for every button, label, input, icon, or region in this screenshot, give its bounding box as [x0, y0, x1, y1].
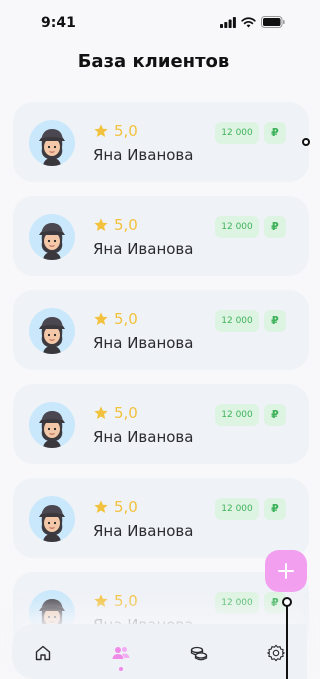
- add-client-button[interactable]: [265, 550, 307, 592]
- client-name: Яна Иванова: [93, 522, 194, 540]
- star-icon: [94, 218, 108, 231]
- rating-value: 5,0: [114, 216, 138, 234]
- avatar-portrait: [39, 223, 65, 260]
- client-card[interactable]: 5,0 Яна Иванова 12 000 ₽: [13, 102, 309, 182]
- nav-home[interactable]: [32, 642, 54, 664]
- bottom-nav: [12, 624, 307, 679]
- nav-finance[interactable]: [188, 642, 210, 664]
- client-card[interactable]: 5,0 Яна Иванова 12 000 ₽: [13, 290, 309, 370]
- avatar: [29, 120, 75, 166]
- rating: 5,0: [93, 404, 138, 422]
- gear-icon: [267, 644, 285, 662]
- client-name: Яна Иванова: [93, 428, 194, 446]
- client-name: Яна Иванова: [93, 334, 194, 352]
- avatar-portrait: [39, 505, 65, 542]
- currency-badge: ₽: [264, 310, 286, 332]
- avatar: [29, 214, 75, 260]
- rating-value: 5,0: [114, 310, 138, 328]
- plus-icon: [278, 563, 294, 579]
- avatar: [29, 402, 75, 448]
- rating: 5,0: [93, 122, 138, 140]
- nav-settings[interactable]: [265, 642, 287, 664]
- coins-icon: [190, 646, 208, 661]
- client-card[interactable]: 5,0 Яна Иванова 12 000 ₽: [13, 478, 309, 558]
- avatar: [29, 496, 75, 542]
- avatar-portrait: [39, 129, 65, 166]
- price-badge: 12 000: [215, 404, 259, 426]
- client-card[interactable]: 5,0 Яна Иванова 12 000 ₽: [13, 384, 309, 464]
- client-name: Яна Иванова: [93, 146, 194, 164]
- price-badge: 12 000: [215, 498, 259, 520]
- star-icon: [94, 406, 108, 419]
- price-badge: 12 000: [215, 310, 259, 332]
- price-badge: 12 000: [215, 122, 259, 144]
- rating-value: 5,0: [114, 404, 138, 422]
- price-badge: 12 000: [215, 592, 259, 614]
- status-icons: [220, 16, 285, 28]
- star-icon: [94, 594, 108, 607]
- status-time: 9:41: [41, 15, 76, 31]
- currency-badge: ₽: [264, 216, 286, 238]
- active-indicator-dot: [119, 667, 123, 671]
- currency-badge: ₽: [264, 122, 286, 144]
- status-bar: 9:41: [0, 0, 307, 44]
- battery-icon: [261, 16, 285, 28]
- rating-value: 5,0: [114, 122, 138, 140]
- rating-value: 5,0: [114, 498, 138, 516]
- star-icon: [94, 500, 108, 513]
- star-icon: [94, 124, 108, 137]
- wifi-icon: [241, 16, 256, 27]
- avatar-portrait: [39, 411, 65, 448]
- rating: 5,0: [93, 592, 138, 610]
- rating-value: 5,0: [114, 592, 138, 610]
- rating: 5,0: [93, 498, 138, 516]
- price-badge: 12 000: [215, 216, 259, 238]
- nav-clients[interactable]: [110, 642, 132, 671]
- scroll-indicator-knob[interactable]: [282, 597, 292, 607]
- client-card[interactable]: 5,0 Яна Иванова 12 000 ₽: [13, 196, 309, 276]
- home-icon: [35, 645, 51, 661]
- page-title: База клиентов: [77, 51, 230, 72]
- rating: 5,0: [93, 216, 138, 234]
- clients-icon: [112, 647, 130, 659]
- edge-indicator: [302, 138, 310, 146]
- avatar-portrait: [39, 317, 65, 354]
- avatar: [29, 308, 75, 354]
- signal-icon: [220, 16, 236, 28]
- currency-badge: ₽: [264, 498, 286, 520]
- star-icon: [94, 312, 108, 325]
- rating: 5,0: [93, 310, 138, 328]
- currency-badge: ₽: [264, 404, 286, 426]
- scroll-indicator-line: [286, 601, 288, 679]
- client-name: Яна Иванова: [93, 240, 194, 258]
